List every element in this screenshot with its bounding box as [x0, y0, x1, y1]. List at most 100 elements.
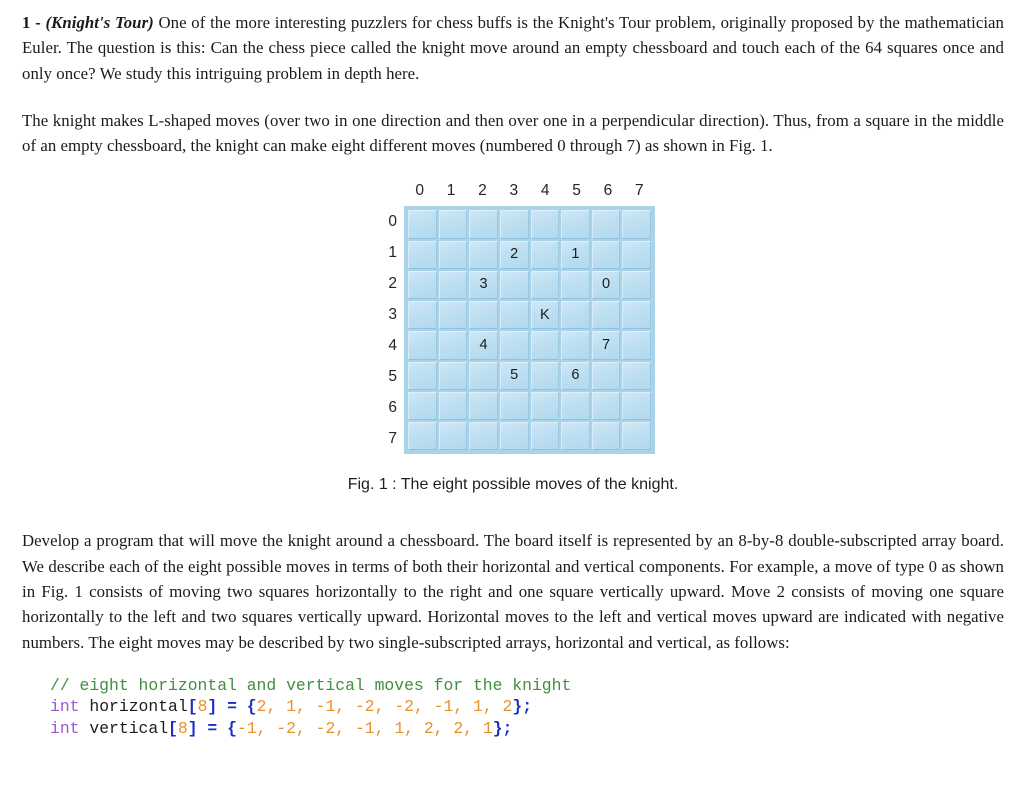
cell-mark: 5 — [510, 367, 519, 384]
board-cell — [530, 210, 560, 239]
code-equals-horizontal: = — [217, 697, 247, 717]
board-cell-move-3: 3 — [469, 270, 498, 300]
board-cell — [469, 422, 498, 451]
row-label-0: 0 — [388, 212, 397, 230]
cell-mark: 0 — [602, 276, 611, 293]
board-cell — [530, 331, 560, 360]
board-cell — [622, 361, 651, 390]
problem-paragraph-1-text: One of the more interesting puzzlers for… — [22, 13, 1004, 83]
code-identifier-vertical: vertical — [79, 718, 169, 738]
board-cell — [469, 301, 498, 330]
board-cell — [591, 361, 621, 390]
board-cell — [591, 301, 621, 330]
chessboard-grid: 2 1 3 0 K 4 7 5 6 — [404, 206, 655, 455]
row-label-1: 1 — [388, 243, 397, 261]
figure-1: 0 1 2 3 4 5 6 7 0 1 2 3 4 5 6 7 2 1 3 0 … — [22, 180, 1004, 494]
code-comment-line: // eight horizontal and vertical moves f… — [50, 675, 572, 695]
board-cell-move-2: 2 — [499, 240, 529, 269]
cell-mark: 4 — [479, 336, 488, 353]
board-cell — [591, 210, 621, 239]
code-open-bracket-horizontal: [ — [187, 697, 198, 717]
row-label-3: 3 — [388, 305, 397, 323]
board-cell — [561, 301, 590, 330]
code-open-brace-horizontal: { — [246, 697, 257, 717]
board-cell — [530, 240, 560, 269]
board-cell — [469, 361, 498, 390]
code-close-brace-vertical: }; — [492, 718, 513, 738]
board-cell — [561, 331, 590, 360]
board-cell — [499, 210, 529, 239]
cell-mark: 2 — [510, 246, 519, 263]
board-cell-knight: K — [530, 301, 560, 330]
row-label-6: 6 — [388, 398, 397, 416]
board-cell — [408, 240, 437, 269]
board-cell — [469, 210, 498, 239]
problem-paragraph-3: Develop a program that will move the kni… — [22, 531, 1004, 652]
board-cell-move-1: 1 — [561, 240, 590, 269]
board-cell — [499, 301, 529, 330]
board-column-labels: 0 1 2 3 4 5 6 7 — [404, 180, 655, 206]
code-keyword-int-vertical: int — [50, 718, 80, 738]
board-cell — [469, 240, 498, 269]
column-label-3: 3 — [509, 182, 519, 200]
board-cell — [591, 391, 621, 421]
code-open-brace-vertical: { — [227, 718, 237, 738]
board-cell — [530, 422, 560, 451]
cell-mark: 7 — [602, 336, 611, 353]
row-label-7: 7 — [388, 429, 397, 447]
column-label-6: 6 — [603, 182, 613, 200]
cell-mark: 1 — [571, 246, 580, 263]
board-cell — [622, 301, 651, 330]
board-cell — [591, 422, 621, 451]
code-values-horizontal: 2, 1, -1, -2, -2, -1, 1, 2 — [256, 697, 513, 717]
board-cell — [438, 422, 468, 451]
problem-number: 1 - — [22, 13, 46, 32]
cell-mark: 3 — [479, 276, 488, 293]
row-label-2: 2 — [388, 274, 397, 292]
board-cell-move-5: 5 — [499, 361, 529, 390]
code-close-brace-horizontal: }; — [512, 697, 533, 717]
column-label-1: 1 — [446, 182, 456, 200]
board-cell — [622, 422, 651, 451]
board-cell — [561, 422, 590, 451]
board-cell — [591, 240, 621, 269]
column-label-7: 7 — [635, 182, 644, 200]
board-cell — [530, 361, 560, 390]
board-row-labels: 0 1 2 3 4 5 6 7 — [371, 206, 399, 454]
board-cell — [499, 422, 529, 451]
board-cell — [408, 331, 437, 360]
board-cell — [438, 391, 468, 421]
board-cell-move-0: 0 — [591, 270, 621, 300]
board-cell — [408, 301, 437, 330]
board-cell — [622, 210, 651, 239]
board-cell — [561, 391, 590, 421]
board-cell — [408, 270, 437, 300]
board-cell — [438, 240, 468, 269]
board-cell — [438, 301, 468, 330]
column-label-2: 2 — [478, 182, 487, 200]
board-cell — [408, 210, 437, 239]
board-cell — [622, 270, 651, 300]
column-label-4: 4 — [540, 182, 550, 200]
board-cell — [438, 210, 468, 239]
board-cell — [408, 391, 437, 421]
board-cell-move-6: 6 — [561, 361, 590, 390]
board-cell-move-7: 7 — [591, 331, 621, 360]
code-array-size-horizontal: 8 — [197, 697, 208, 717]
board-cell — [499, 391, 529, 421]
code-close-bracket-horizontal: ] — [207, 697, 218, 717]
problem-paragraph-2: The knight makes L-shaped moves (over tw… — [22, 110, 1004, 156]
figure-caption: Fig. 1 : The eight possible moves of the… — [347, 476, 679, 494]
board-cell — [469, 391, 498, 421]
code-equals-vertical: = — [197, 718, 228, 738]
board-cell — [438, 270, 468, 300]
chessboard-diagram: 0 1 2 3 4 5 6 7 0 1 2 3 4 5 6 7 2 1 3 0 … — [371, 180, 655, 458]
board-cell — [561, 210, 590, 239]
board-cell — [408, 422, 437, 451]
board-cell — [408, 361, 437, 390]
row-label-4: 4 — [388, 336, 397, 354]
board-cell — [499, 331, 529, 360]
problem-statement-paragraph: 1 - (Knight's Tour) One of the more inte… — [22, 10, 1004, 86]
column-label-5: 5 — [572, 182, 581, 200]
document-page: 1 - (Knight's Tour) One of the more inte… — [0, 0, 1024, 797]
